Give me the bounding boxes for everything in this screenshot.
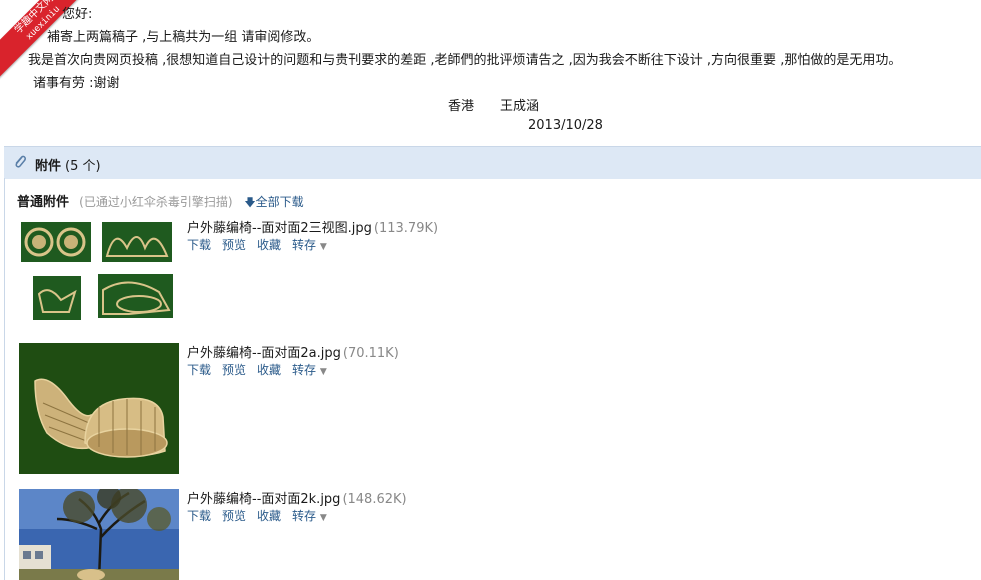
favorite-link[interactable]: 收藏 bbox=[257, 363, 281, 377]
signature-name: 王成涵 bbox=[500, 99, 540, 114]
attachment-name[interactable]: 户外藤编椅--面对面2k.jpg (148.62K) bbox=[187, 488, 407, 507]
caret-down-icon: ▼ bbox=[319, 367, 327, 377]
preview-link[interactable]: 预览 bbox=[222, 238, 246, 252]
normal-attachments-row: 普通附件 (已通过小红伞杀毒引擎扫描) 🡇全部下载 bbox=[17, 191, 304, 210]
signature-place: 香港 bbox=[448, 99, 475, 114]
attachments-left-border bbox=[4, 178, 5, 580]
attachment-name[interactable]: 户外藤编椅--面对面2a.jpg (70.11K) bbox=[187, 342, 399, 361]
download-all-button[interactable]: 🡇全部下载 bbox=[244, 195, 303, 209]
normal-attachments-label: 普通附件 bbox=[17, 195, 70, 210]
download-arrow-icon: 🡇 bbox=[244, 196, 256, 209]
attachments-title: 附件 bbox=[35, 159, 62, 174]
download-link[interactable]: 下载 bbox=[187, 509, 211, 523]
favorite-link[interactable]: 收藏 bbox=[257, 238, 281, 252]
favorite-link[interactable]: 收藏 bbox=[257, 509, 281, 523]
letter-line-3: 诸事有劳 :谢谢 bbox=[33, 76, 120, 91]
preview-link[interactable]: 预览 bbox=[222, 509, 246, 523]
attachment-actions: 下载 预览 收藏 转存 ▼ bbox=[187, 236, 338, 253]
attachment-thumbnail[interactable] bbox=[19, 218, 175, 322]
letter-line-2: 我是首次向贵网页投稿 ,很想知道自己设计的问题和与贵刊要求的差距 ,老師們的批评… bbox=[28, 53, 902, 68]
preview-link[interactable]: 预览 bbox=[222, 363, 246, 377]
letter-line-1: 補寄上两篇稿子 ,与上稿共为一组 请审阅修改。 bbox=[47, 30, 320, 45]
forward-link[interactable]: 转存 ▼ bbox=[292, 363, 327, 377]
caret-down-icon: ▼ bbox=[319, 242, 327, 252]
letter-body: 您好: 補寄上两篇稿子 ,与上稿共为一组 请审阅修改。 我是首次向贵网页投稿 ,… bbox=[0, 0, 981, 140]
attachment-thumbnail[interactable] bbox=[19, 343, 179, 474]
attachments-header: 附件 (5 个) bbox=[4, 146, 981, 179]
forward-link[interactable]: 转存 ▼ bbox=[292, 509, 327, 523]
attachment-size: (113.79K) bbox=[373, 221, 439, 236]
paperclip-icon bbox=[15, 155, 26, 168]
attachment-actions: 下载 预览 收藏 转存 ▼ bbox=[187, 507, 338, 524]
attachment-thumbnail[interactable] bbox=[19, 489, 179, 580]
letter-date: 2013/10/28 bbox=[528, 118, 603, 133]
attachment-actions: 下载 预览 收藏 转存 ▼ bbox=[187, 361, 338, 378]
download-link[interactable]: 下载 bbox=[187, 238, 211, 252]
forward-link[interactable]: 转存 ▼ bbox=[292, 238, 327, 252]
virus-scan-note: (已通过小红伞杀毒引擎扫描) bbox=[79, 195, 233, 209]
attachment-size: (148.62K) bbox=[342, 492, 407, 507]
attachments-count: (5 个) bbox=[65, 159, 101, 174]
attachment-size: (70.11K) bbox=[342, 346, 399, 361]
download-link[interactable]: 下载 bbox=[187, 363, 211, 377]
attachment-name[interactable]: 户外藤编椅--面对面2三视图.jpg (113.79K) bbox=[187, 217, 438, 236]
letter-greeting: 您好: bbox=[62, 7, 93, 22]
caret-down-icon: ▼ bbox=[319, 513, 327, 523]
